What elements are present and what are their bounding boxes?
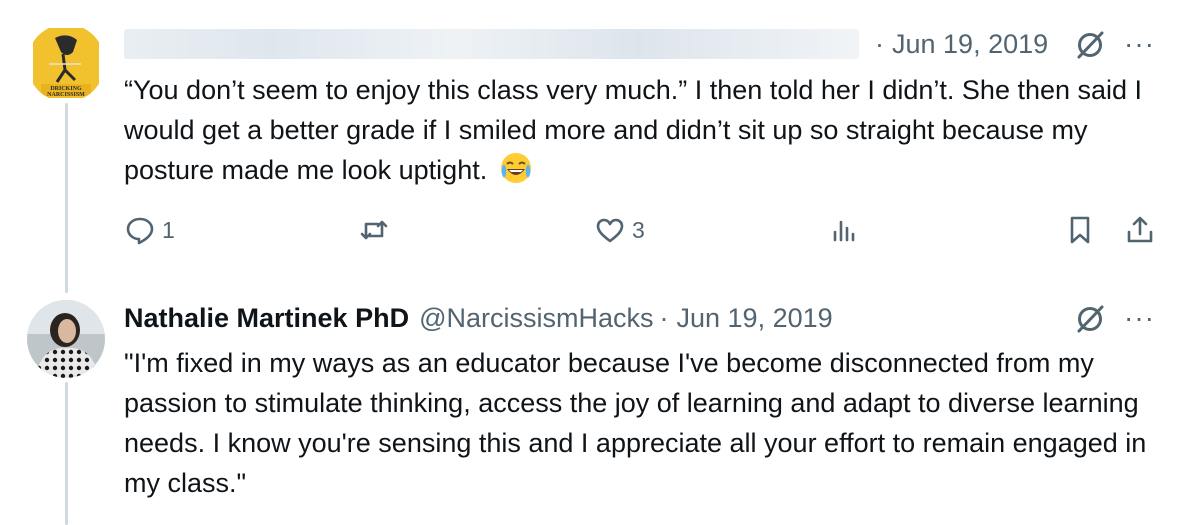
bookmark-icon [1070, 216, 1090, 244]
tweet-date[interactable]: Jun 19, 2019 [677, 303, 833, 334]
avatar-image: DRICKING NARCISSISM [27, 24, 105, 102]
svg-text:NARCISSISM: NARCISSISM [47, 92, 85, 98]
reply-icon [126, 217, 154, 245]
tweet-header: · Jun 19, 2019 [124, 24, 1048, 64]
author-handle[interactable]: @NarcissismHacks [419, 303, 653, 334]
face-with-tears-of-joy-icon [500, 153, 531, 183]
avatar-image [27, 300, 105, 378]
heart-icon [596, 218, 624, 243]
repost-icon [360, 220, 388, 240]
tweet-text: "I'm fixed in my ways as an educator bec… [124, 348, 1147, 498]
grok-icon[interactable] [1074, 301, 1108, 335]
author-name[interactable]: Nathalie Martinek PhD [124, 303, 409, 334]
share-button[interactable] [1124, 214, 1156, 246]
views-chart-icon [833, 220, 855, 242]
thread-connector-line [65, 103, 68, 293]
reply-button[interactable]: 1 [124, 214, 175, 246]
share-icon [1127, 216, 1153, 243]
reply-count: 1 [162, 216, 175, 243]
like-button[interactable]: 3 [594, 214, 645, 246]
avatar[interactable]: DRICKING NARCISSISM [27, 24, 105, 102]
more-options-icon[interactable]: ··· [1124, 304, 1155, 332]
like-count: 3 [632, 216, 645, 243]
grok-icon[interactable] [1074, 27, 1108, 61]
tweet-date[interactable]: Jun 19, 2019 [892, 29, 1048, 60]
avatar[interactable] [27, 300, 105, 378]
header-separator: · [659, 302, 669, 333]
tweet-header: Nathalie Martinek PhD @NarcissismHacks ·… [124, 298, 833, 338]
redacted-author-name[interactable] [124, 29, 859, 59]
thread-connector-line [65, 382, 68, 525]
tweet-text: “You don’t seem to enjoy this class very… [124, 70, 1164, 190]
repost-button[interactable] [358, 214, 396, 246]
tweet-text-content: “You don’t seem to enjoy this class very… [124, 75, 1143, 185]
header-separator: · [875, 28, 884, 59]
bookmark-button[interactable] [1064, 214, 1096, 246]
tweet-actions: 1 3 [124, 214, 1164, 254]
views-button[interactable] [828, 214, 866, 246]
more-options-icon[interactable]: ··· [1124, 30, 1155, 58]
